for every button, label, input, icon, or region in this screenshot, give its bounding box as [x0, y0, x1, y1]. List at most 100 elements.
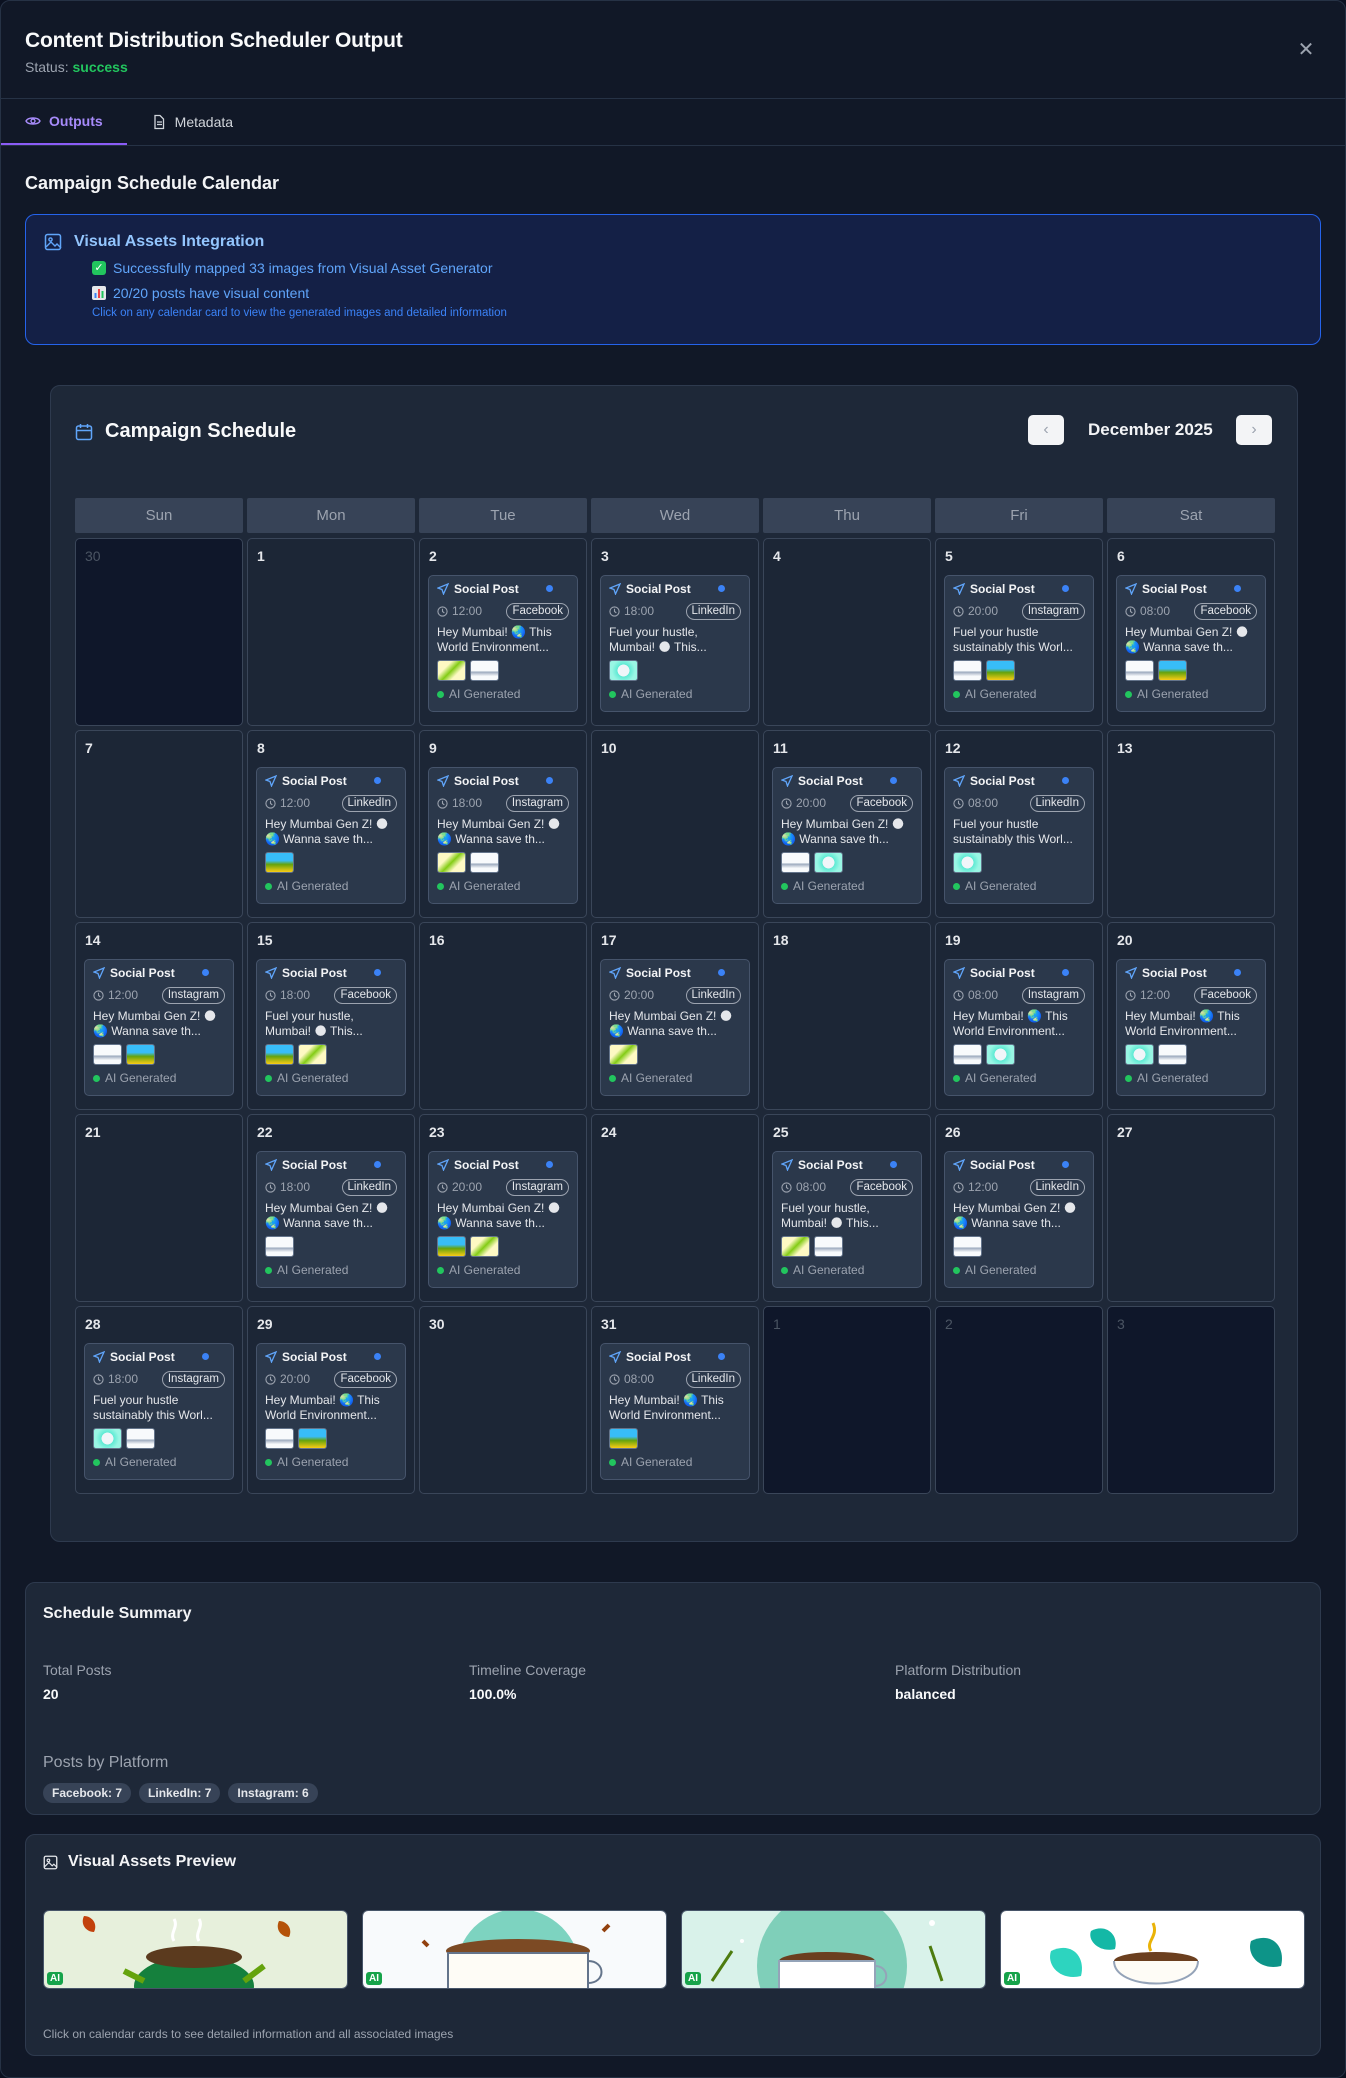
calendar-day-cell[interactable]: 11 Social Post 20:00 Facebook Hey Mumbai Gen…	[763, 730, 931, 918]
calendar-day-cell[interactable]: 10	[591, 730, 759, 918]
post-thumbnail-image[interactable]	[93, 1428, 122, 1449]
calendar-day-cell[interactable]: 9 Social Post 18:00 Instagram Hey Mumbai Gen…	[419, 730, 587, 918]
post-card[interactable]: Social Post 18:00 LinkedIn Hey Mumbai Gen Z…	[256, 1151, 406, 1288]
post-card[interactable]: Social Post 12:00 Facebook Hey Mumbai! 🌏 Th…	[428, 575, 578, 712]
post-thumbnail-image[interactable]	[953, 660, 982, 681]
calendar-day-cell[interactable]: 6 Social Post 08:00 Facebook Hey Mumbai Gen …	[1107, 538, 1275, 726]
post-thumbnail-image[interactable]	[470, 1236, 499, 1257]
post-thumbnail-image[interactable]	[953, 1044, 982, 1065]
calendar-day-cell[interactable]: 19 Social Post 08:00 Instagram Hey Mumbai! 🌏…	[935, 922, 1103, 1110]
calendar-day-cell[interactable]: 1	[247, 538, 415, 726]
calendar-day-cell[interactable]: 3 Social Post 18:00 LinkedIn Fuel your hustl…	[591, 538, 759, 726]
prev-month-button[interactable]: ‹	[1028, 415, 1064, 445]
post-thumbnail-image[interactable]	[814, 1236, 843, 1257]
post-card[interactable]: Social Post 08:00 LinkedIn Fuel your hustle…	[944, 767, 1094, 904]
post-thumbnail-image[interactable]	[1158, 1044, 1187, 1065]
post-thumbnail-image[interactable]	[781, 852, 810, 873]
calendar-day-cell[interactable]: 23 Social Post 20:00 Instagram Hey Mumbai Ge…	[419, 1114, 587, 1302]
calendar-day-cell[interactable]: 30	[419, 1306, 587, 1494]
calendar-day-cell[interactable]: 20 Social Post 12:00 Facebook Hey Mumbai! 🌏 …	[1107, 922, 1275, 1110]
post-thumbnail-image[interactable]	[781, 1236, 810, 1257]
panel-header: Content Distribution Scheduler Output St…	[1, 1, 1345, 99]
calendar-day-cell[interactable]: 15 Social Post 18:00 Facebook Fuel your hust…	[247, 922, 415, 1110]
calendar-day-cell[interactable]: 2 Social Post 12:00 Facebook Hey Mumbai! 🌏 T…	[419, 538, 587, 726]
calendar-day-cell[interactable]: 4	[763, 538, 931, 726]
post-thumbnail-image[interactable]	[986, 660, 1015, 681]
post-card[interactable]: Social Post 12:00 Instagram Hey Mumbai Gen …	[84, 959, 234, 1096]
post-card[interactable]: Social Post 08:00 Facebook Fuel your hustle…	[772, 1151, 922, 1288]
calendar-day-cell[interactable]: 13	[1107, 730, 1275, 918]
post-card[interactable]: Social Post 20:00 Facebook Hey Mumbai! 🌏 Th…	[256, 1343, 406, 1480]
calendar-day-cell[interactable]: 30	[75, 538, 243, 726]
calendar-day-cell[interactable]: 18	[763, 922, 931, 1110]
post-card[interactable]: Social Post 20:00 Facebook Hey Mumbai Gen Z…	[772, 767, 922, 904]
calendar-day-cell[interactable]: 1	[763, 1306, 931, 1494]
post-thumbnail-image[interactable]	[1125, 660, 1154, 681]
post-thumbnail-image[interactable]	[609, 660, 638, 681]
calendar-day-cell[interactable]: 2	[935, 1306, 1103, 1494]
calendar-day-cell[interactable]: 8 Social Post 12:00 LinkedIn Hey Mumbai Gen …	[247, 730, 415, 918]
tab-outputs[interactable]: Outputs	[1, 99, 127, 145]
post-thumbnail-image[interactable]	[470, 852, 499, 873]
post-card[interactable]: Social Post 20:00 Instagram Hey Mumbai Gen …	[428, 1151, 578, 1288]
post-thumbnail-image[interactable]	[609, 1428, 638, 1449]
calendar-day-cell[interactable]: 3	[1107, 1306, 1275, 1494]
post-thumbnail-image[interactable]	[986, 1044, 1015, 1065]
post-card[interactable]: Social Post 18:00 Instagram Hey Mumbai Gen …	[428, 767, 578, 904]
post-thumbnail-image[interactable]	[298, 1428, 327, 1449]
next-month-button[interactable]: ›	[1236, 415, 1272, 445]
post-thumbnail-image[interactable]	[265, 852, 294, 873]
preview-image-earth-cup[interactable]: AI	[362, 1910, 667, 1989]
post-card[interactable]: Social Post 08:00 Instagram Hey Mumbai! 🌏 T…	[944, 959, 1094, 1096]
post-thumbnail-image[interactable]	[265, 1044, 294, 1065]
calendar-day-cell[interactable]: 7	[75, 730, 243, 918]
tab-metadata[interactable]: Metadata	[127, 99, 257, 145]
post-card[interactable]: Social Post 12:00 Facebook Hey Mumbai! 🌏 Th…	[1116, 959, 1266, 1096]
post-thumbnail-image[interactable]	[953, 1236, 982, 1257]
calendar-day-cell[interactable]: 28 Social Post 18:00 Instagram Fuel your hus…	[75, 1306, 243, 1494]
post-thumbnail-image[interactable]	[609, 1044, 638, 1065]
calendar-day-cell[interactable]: 5 Social Post 20:00 Instagram Fuel your hust…	[935, 538, 1103, 726]
post-card[interactable]: Social Post 20:00 Instagram Fuel your hustl…	[944, 575, 1094, 712]
calendar-day-cell[interactable]: 21	[75, 1114, 243, 1302]
post-thumbnail-image[interactable]	[437, 660, 466, 681]
ai-generated-label: AI Generated	[449, 879, 521, 893]
calendar-day-cell[interactable]: 12 Social Post 08:00 LinkedIn Fuel your hust…	[935, 730, 1103, 918]
calendar-day-cell[interactable]: 17 Social Post 20:00 LinkedIn Hey Mumbai Gen…	[591, 922, 759, 1110]
post-card[interactable]: Social Post 18:00 Facebook Fuel your hustle…	[256, 959, 406, 1096]
calendar-day-cell[interactable]: 27	[1107, 1114, 1275, 1302]
preview-image-teal-mug[interactable]: AI	[681, 1910, 986, 1989]
calendar-day-cell[interactable]: 24	[591, 1114, 759, 1302]
post-thumbnail-image[interactable]	[93, 1044, 122, 1065]
preview-image-coffee-leaves[interactable]: AI	[43, 1910, 348, 1989]
post-card[interactable]: Social Post 12:00 LinkedIn Hey Mumbai Gen Z…	[256, 767, 406, 904]
post-thumbnail-image[interactable]	[470, 660, 499, 681]
post-thumbnail-image[interactable]	[814, 852, 843, 873]
calendar-day-cell[interactable]: 25 Social Post 08:00 Facebook Fuel your hust…	[763, 1114, 931, 1302]
post-thumbnail-image[interactable]	[126, 1428, 155, 1449]
post-type-label: Social Post	[282, 774, 347, 788]
post-thumbnail-image[interactable]	[953, 852, 982, 873]
post-card[interactable]: Social Post 08:00 LinkedIn Hey Mumbai! 🌏 Th…	[600, 1343, 750, 1480]
preview-image-cup-plants[interactable]: AI	[1000, 1910, 1305, 1989]
calendar-day-cell[interactable]: 14 Social Post 12:00 Instagram Hey Mumbai Ge…	[75, 922, 243, 1110]
post-card[interactable]: Social Post 18:00 Instagram Fuel your hustl…	[84, 1343, 234, 1480]
post-thumbnail-image[interactable]	[1125, 1044, 1154, 1065]
calendar-day-cell[interactable]: 16	[419, 922, 587, 1110]
post-thumbnail-image[interactable]	[437, 852, 466, 873]
post-thumbnail-image[interactable]	[265, 1236, 294, 1257]
post-card[interactable]: Social Post 08:00 Facebook Hey Mumbai Gen Z…	[1116, 575, 1266, 712]
post-thumbnail-image[interactable]	[1158, 660, 1187, 681]
calendar-day-cell[interactable]: 31 Social Post 08:00 LinkedIn Hey Mumbai! 🌏 …	[591, 1306, 759, 1494]
post-card[interactable]: Social Post 20:00 LinkedIn Hey Mumbai Gen Z…	[600, 959, 750, 1096]
post-card[interactable]: Social Post 18:00 LinkedIn Fuel your hustle…	[600, 575, 750, 712]
post-thumbnail-image[interactable]	[437, 1236, 466, 1257]
calendar-day-cell[interactable]: 29 Social Post 20:00 Facebook Hey Mumbai! 🌏 …	[247, 1306, 415, 1494]
post-card[interactable]: Social Post 12:00 LinkedIn Hey Mumbai Gen Z…	[944, 1151, 1094, 1288]
calendar-day-cell[interactable]: 26 Social Post 12:00 LinkedIn Hey Mumbai Gen…	[935, 1114, 1103, 1302]
post-thumbnail-image[interactable]	[265, 1428, 294, 1449]
post-thumbnail-image[interactable]	[298, 1044, 327, 1065]
post-thumbnail-image[interactable]	[126, 1044, 155, 1065]
close-icon[interactable]: ✕	[1295, 39, 1317, 61]
calendar-day-cell[interactable]: 22 Social Post 18:00 LinkedIn Hey Mumbai Gen…	[247, 1114, 415, 1302]
